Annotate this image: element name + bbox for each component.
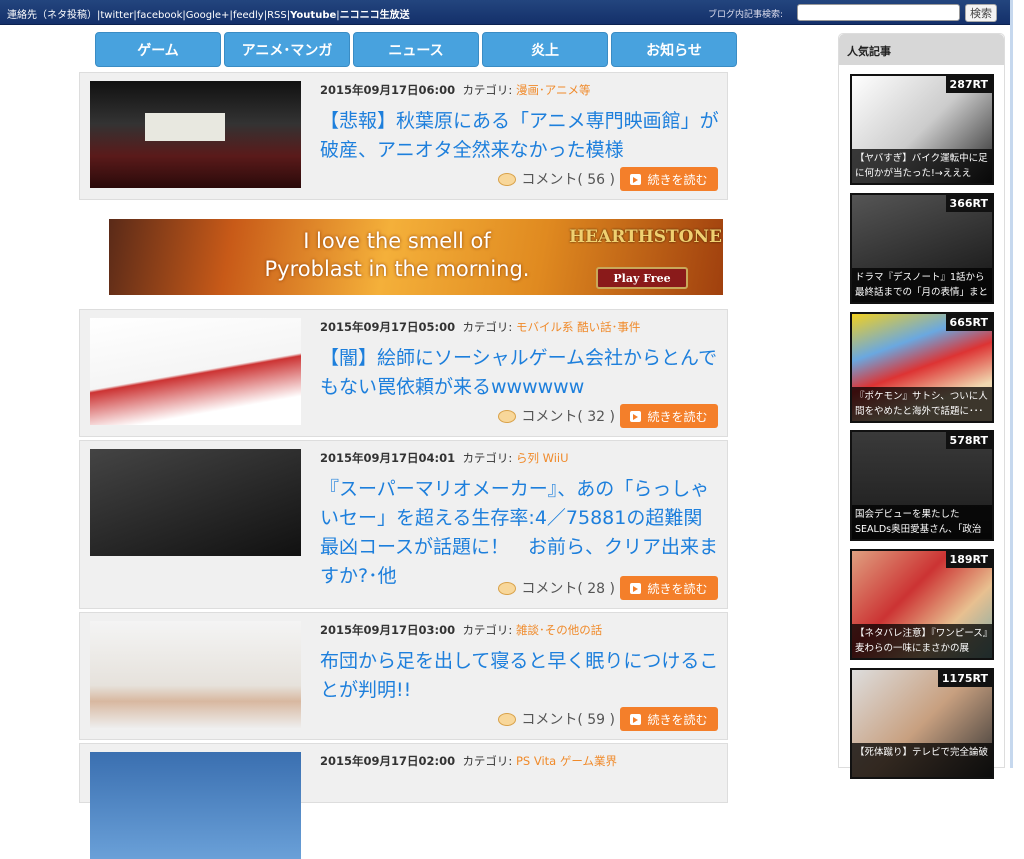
popular-item[interactable]: 665RT 『ポケモン』サトシ、ついに人間をやめたと海外で話題に･･･	[850, 312, 994, 423]
article-thumbnail[interactable]	[90, 621, 301, 728]
main-nav: ゲーム アニメ･マンガ ニュース 炎上 お知らせ	[95, 32, 737, 67]
rt-count: 287RT	[945, 76, 992, 93]
niconico-link[interactable]: ニコニコ生放送	[340, 10, 410, 21]
popular-item[interactable]: 366RT ドラマ『デスノート』1話から最終話までの「月の表情」まとめ	[850, 193, 994, 304]
popular-item[interactable]: 287RT 【ヤバすぎ】バイク運転中に足に何かが当たった!→えええ	[850, 74, 994, 185]
article-title[interactable]: 【悲報】秋葉原にある「アニメ専門映画館」が破産、アニオタ全然来なかった模様	[320, 107, 720, 165]
ad-image: I love the smell of Pyroblast in the mor…	[109, 219, 723, 295]
article-card: 2015年09月17日05:00 カテゴリ: モバイル系 酷い話･事件 【闇】絵…	[79, 309, 728, 437]
search-button[interactable]: 検索	[965, 4, 997, 22]
article-meta: 2015年09月17日05:00 カテゴリ: モバイル系 酷い話･事件	[320, 320, 641, 334]
category-link[interactable]: 雑談･その他の話	[516, 623, 602, 637]
popular-caption: 【ヤバすぎ】バイク運転中に足に何かが当たった!→えええ	[852, 149, 992, 183]
rss-link[interactable]: RSS	[267, 10, 287, 21]
popular-item[interactable]: 189RT 【ネタバレ注意】『ワンピース』麦わらの一味にまさかの展	[850, 549, 994, 660]
facebook-link[interactable]: facebook	[137, 10, 183, 21]
comment-count[interactable]: コメント( 32 )	[521, 406, 615, 426]
nav-anime-manga[interactable]: アニメ･マンガ	[224, 32, 350, 67]
rt-count: 366RT	[945, 195, 992, 212]
article-card: 2015年09月17日04:01 カテゴリ: ら列 WiiU 『スーパーマリオメ…	[79, 440, 728, 609]
popular-sidebar: 人気記事 287RT 【ヤバすぎ】バイク運転中に足に何かが当たった!→えええ 36…	[838, 33, 1005, 779]
comment-icon	[498, 712, 517, 726]
top-links: 連絡先（ネタ投稿）|twitter|facebook|Google+|feedl…	[7, 10, 410, 21]
comment-count[interactable]: コメント( 59 )	[521, 709, 615, 729]
popular-caption: 【死体蹴り】テレビで完全論破	[852, 743, 992, 777]
category-link[interactable]: 漫画･アニメ等	[516, 83, 591, 97]
nav-notice[interactable]: お知らせ	[611, 32, 737, 67]
read-more-button[interactable]: 続きを読む	[620, 576, 718, 600]
rt-count: 578RT	[945, 432, 992, 449]
popular-caption: ドラマ『デスノート』1話から最終話までの「月の表情」まとめ	[852, 268, 992, 302]
article-meta: 2015年09月17日04:01 カテゴリ: ら列 WiiU	[320, 451, 569, 465]
article-thumbnail[interactable]	[90, 752, 301, 859]
comment-icon	[498, 172, 517, 186]
page-scroll-edge	[1010, 0, 1024, 768]
comment-icon	[498, 581, 517, 595]
youtube-link[interactable]: Youtube	[290, 10, 336, 21]
feedly-link[interactable]: feedly	[233, 10, 264, 21]
article-title[interactable]: 布団から足を出して寝ると早く眠りにつけることが判明!!	[320, 647, 720, 705]
hearthstone-logo: HEARTHSTONE	[569, 227, 722, 247]
article-meta: 2015年09月17日06:00 カテゴリ: 漫画･アニメ等	[320, 83, 591, 97]
article-thumbnail[interactable]	[90, 81, 301, 188]
category-link[interactable]: ら列 WiiU	[516, 451, 569, 465]
comment-count[interactable]: コメント( 28 )	[521, 578, 615, 598]
comment-count[interactable]: コメント( 56 )	[521, 169, 615, 189]
sidebar-title: 人気記事	[839, 34, 1004, 65]
top-bar: 連絡先（ネタ投稿）|twitter|facebook|Google+|feedl…	[0, 0, 1010, 25]
article-thumbnail[interactable]	[90, 449, 301, 556]
popular-caption: 『ポケモン』サトシ、ついに人間をやめたと海外で話題に･･･	[852, 387, 992, 421]
search-input[interactable]	[797, 4, 960, 21]
google-plus-link[interactable]: Google+	[186, 10, 230, 21]
ad-banner[interactable]: I love the smell of Pyroblast in the mor…	[79, 209, 728, 297]
article-title[interactable]: 【闇】絵師にソーシャルゲーム会社からとんでもない罠依頼が来るwwwwww	[320, 344, 720, 402]
rt-count: 1175RT	[937, 670, 992, 687]
comment-icon	[498, 409, 517, 423]
rt-count: 189RT	[945, 551, 992, 568]
read-more-button[interactable]: 続きを読む	[620, 707, 718, 731]
popular-item[interactable]: 578RT 国会デビューを果たしたSEALDs奥田愛基さん、「政治	[850, 430, 994, 541]
popular-caption: 国会デビューを果たしたSEALDs奥田愛基さん、「政治	[852, 505, 992, 539]
article-thumbnail[interactable]	[90, 318, 301, 425]
arrow-icon	[630, 410, 642, 422]
search-label: ブログ内記事検索:	[708, 10, 784, 20]
contact-link[interactable]: 連絡先（ネタ投稿）	[7, 10, 97, 21]
popular-item[interactable]: 1175RT 【死体蹴り】テレビで完全論破	[850, 668, 994, 779]
ad-text: I love the smell of Pyroblast in the mor…	[264, 229, 530, 281]
nav-game[interactable]: ゲーム	[95, 32, 221, 67]
article-card: 2015年09月17日03:00 カテゴリ: 雑談･その他の話 布団から足を出し…	[79, 612, 728, 740]
article-meta: 2015年09月17日02:00 カテゴリ: PS Vita ゲーム業界	[320, 754, 618, 768]
category-link[interactable]: PS Vita ゲーム業界	[516, 754, 617, 768]
rt-count: 665RT	[945, 314, 992, 331]
article-card: 2015年09月17日06:00 カテゴリ: 漫画･アニメ等 【悲報】秋葉原にあ…	[79, 72, 728, 200]
popular-caption: 【ネタバレ注意】『ワンピース』麦わらの一味にまさかの展	[852, 624, 992, 658]
article-card: 2015年09月17日02:00 カテゴリ: PS Vita ゲーム業界	[79, 743, 728, 859]
play-free-button[interactable]: Play Free	[596, 267, 688, 289]
article-list: 2015年09月17日06:00 カテゴリ: 漫画･アニメ等 【悲報】秋葉原にあ…	[79, 72, 728, 859]
article-meta: 2015年09月17日03:00 カテゴリ: 雑談･その他の話	[320, 623, 603, 637]
category-link[interactable]: モバイル系 酷い話･事件	[516, 320, 640, 334]
read-more-button[interactable]: 続きを読む	[620, 404, 718, 428]
nav-news[interactable]: ニュース	[353, 32, 479, 67]
arrow-icon	[630, 582, 642, 594]
arrow-icon	[630, 173, 642, 185]
article-title[interactable]: 『スーパーマリオメーカー』、あの「らっしゃいセー」を超える生存率:4／75881…	[320, 475, 720, 591]
twitter-link[interactable]: twitter	[100, 10, 133, 21]
arrow-icon	[630, 713, 642, 725]
nav-enjo[interactable]: 炎上	[482, 32, 608, 67]
read-more-button[interactable]: 続きを読む	[620, 167, 718, 191]
